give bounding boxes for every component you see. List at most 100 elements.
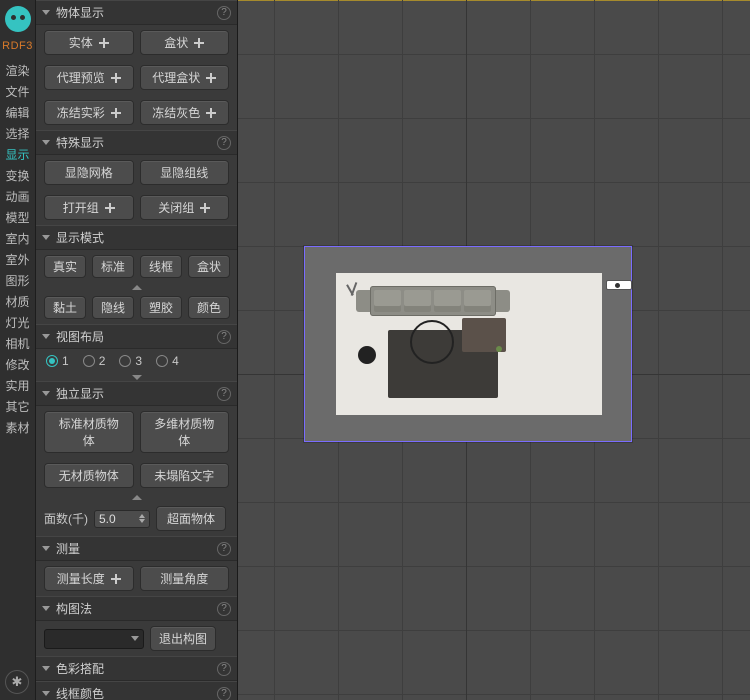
- face-count-value: 5.0: [99, 512, 116, 526]
- help-icon[interactable]: ?: [217, 330, 231, 344]
- face-count-stepper[interactable]: 5.0: [94, 510, 150, 528]
- section-isolate[interactable]: 独立显示 ?: [36, 381, 237, 406]
- proxy-preview-button[interactable]: 代理预览: [44, 65, 134, 90]
- btn-label: 测量长度: [57, 570, 105, 587]
- help-icon[interactable]: ?: [217, 6, 231, 20]
- layout-radio-1[interactable]: 1: [46, 354, 69, 368]
- nav-item-9[interactable]: 室外: [5, 249, 29, 270]
- freeze-color-button[interactable]: 冻结实彩: [44, 100, 134, 125]
- viewport-layout-radios: 1 234: [36, 349, 237, 373]
- section-wire-color[interactable]: 线框颜色 ?: [36, 681, 237, 700]
- expander-down-icon[interactable]: [36, 373, 237, 381]
- plus-icon: [111, 108, 121, 118]
- no-collapse-text-button[interactable]: 未塌陷文字: [140, 463, 230, 488]
- nav-item-17[interactable]: 素材: [5, 417, 29, 438]
- nav-item-3[interactable]: 选择: [5, 123, 29, 144]
- radio-icon: [119, 355, 131, 367]
- nav-item-5[interactable]: 变换: [5, 165, 29, 186]
- layout-radio-3[interactable]: 3: [119, 354, 142, 368]
- chevron-down-icon: [42, 606, 50, 611]
- close-group-button[interactable]: 关闭组: [140, 195, 230, 220]
- mode-real-button[interactable]: 真实: [44, 255, 86, 278]
- chevron-down-icon: [42, 391, 50, 396]
- chevron-down-icon: [42, 546, 50, 551]
- help-icon[interactable]: ?: [217, 542, 231, 556]
- btn-label: 显隐网格: [65, 164, 113, 181]
- btn-label: 盒状: [164, 34, 188, 51]
- nav-item-16[interactable]: 其它: [5, 396, 29, 417]
- nav-item-1[interactable]: 文件: [5, 81, 29, 102]
- section-special-display[interactable]: 特殊显示 ?: [36, 130, 237, 155]
- mode-plastic-button[interactable]: 塑胶: [140, 296, 182, 319]
- section-viewport-layout[interactable]: 视图布局 ?: [36, 324, 237, 349]
- help-icon[interactable]: ?: [217, 602, 231, 616]
- nav-item-6[interactable]: 动画: [5, 186, 29, 207]
- nav-item-14[interactable]: 修改: [5, 354, 29, 375]
- composition-select[interactable]: [44, 629, 144, 649]
- mode-color-button[interactable]: 颜色: [188, 296, 230, 319]
- nav-item-2[interactable]: 编辑: [5, 102, 29, 123]
- plus-icon: [99, 38, 109, 48]
- section-color-match[interactable]: 色彩搭配 ?: [36, 656, 237, 681]
- section-composition[interactable]: 构图法 ?: [36, 596, 237, 621]
- multi-mat-button[interactable]: 多维材质物体: [140, 411, 230, 453]
- nav-item-13[interactable]: 相机: [5, 333, 29, 354]
- btn-label: 关闭组: [158, 199, 194, 216]
- radio-icon: [156, 355, 168, 367]
- help-icon[interactable]: ?: [217, 136, 231, 150]
- section-title: 色彩搭配: [56, 660, 211, 677]
- help-icon[interactable]: ?: [217, 687, 231, 700]
- mode-standard-button[interactable]: 标准: [92, 255, 134, 278]
- show-mesh-button[interactable]: 显隐网格: [44, 160, 134, 185]
- pot-object: [358, 346, 376, 364]
- show-groupline-button[interactable]: 显隐组线: [140, 160, 230, 185]
- over-face-button[interactable]: 超面物体: [156, 506, 226, 531]
- expander-up-icon[interactable]: [36, 283, 237, 291]
- nav-item-4[interactable]: 显示: [5, 144, 29, 165]
- proxy-box-button[interactable]: 代理盒状: [140, 65, 230, 90]
- viewport[interactable]: [238, 0, 750, 700]
- measure-length-button[interactable]: 测量长度: [44, 566, 134, 591]
- box-button[interactable]: 盒状: [140, 30, 230, 55]
- radio-icon: [83, 355, 95, 367]
- solid-button[interactable]: 实体: [44, 30, 134, 55]
- btn-label: 冻结实彩: [57, 104, 105, 121]
- btn-label: 打开组: [63, 199, 99, 216]
- settings-gear-icon[interactable]: ✱: [5, 670, 29, 694]
- exit-composition-button[interactable]: 退出构图: [150, 626, 216, 651]
- section-measure[interactable]: 测量 ?: [36, 536, 237, 561]
- mode-box-button[interactable]: 盒状: [188, 255, 230, 278]
- radio-label: 2: [99, 354, 106, 368]
- expander-up-icon[interactable]: [36, 493, 237, 501]
- chevron-down-icon: [42, 691, 50, 696]
- face-count-label: 面数(千): [44, 510, 88, 527]
- open-group-button[interactable]: 打开组: [44, 195, 134, 220]
- layout-radio-2[interactable]: 2: [83, 354, 106, 368]
- nav-item-8[interactable]: 室内: [5, 228, 29, 249]
- standard-mat-button[interactable]: 标准材质物体: [44, 411, 134, 453]
- camera-object: [606, 280, 632, 290]
- freeze-gray-button[interactable]: 冻结灰色: [140, 100, 230, 125]
- nav-item-11[interactable]: 材质: [5, 291, 29, 312]
- nav-item-15[interactable]: 实用: [5, 375, 29, 396]
- nav-item-7[interactable]: 模型: [5, 207, 29, 228]
- help-icon[interactable]: ?: [217, 387, 231, 401]
- section-title: 物体显示: [56, 4, 211, 21]
- nav-item-10[interactable]: 图形: [5, 270, 29, 291]
- layout-radio-4[interactable]: 4: [156, 354, 179, 368]
- nav-item-12[interactable]: 灯光: [5, 312, 29, 333]
- measure-angle-button[interactable]: 测量角度: [140, 566, 230, 591]
- section-title: 视图布局: [56, 328, 211, 345]
- section-object-display[interactable]: 物体显示 ?: [36, 0, 237, 25]
- btn-label: 代理预览: [57, 69, 105, 86]
- section-display-mode[interactable]: 显示模式: [36, 225, 237, 250]
- mode-hiddenline-button[interactable]: 隐线: [92, 296, 134, 319]
- no-mat-button[interactable]: 无材质物体: [44, 463, 134, 488]
- help-icon[interactable]: ?: [217, 662, 231, 676]
- nav-item-0[interactable]: 渲染: [5, 60, 29, 81]
- btn-label: 代理盒状: [152, 69, 200, 86]
- mode-clay-button[interactable]: 黏土: [44, 296, 86, 319]
- mode-wire-button[interactable]: 线框: [140, 255, 182, 278]
- stepper-arrows-icon[interactable]: [139, 514, 145, 523]
- chevron-down-icon: [42, 666, 50, 671]
